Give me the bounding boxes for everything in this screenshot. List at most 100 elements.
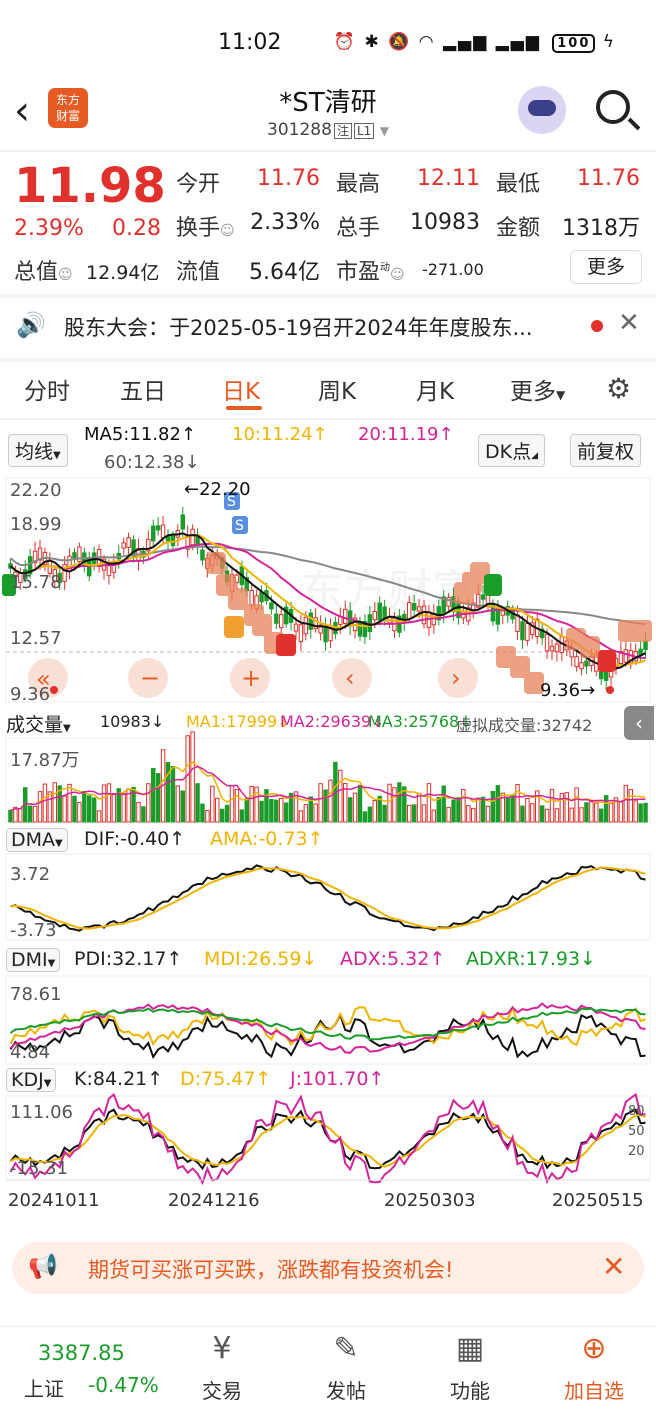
volume-bar xyxy=(8,809,13,823)
active-tab-indicator xyxy=(226,406,262,410)
battery-icon: 100 xyxy=(552,34,596,53)
volume-bar xyxy=(87,795,92,823)
volume-bar xyxy=(338,769,343,823)
status-bar: 11:02 ⏰ ✱ 🔕 ◠ ▂▄▆ ▂▄▆ 100 ϟ xyxy=(0,0,656,80)
volume-selector[interactable]: 成交量▼ xyxy=(6,710,71,737)
virtual-volume: 虚拟成交量:32742 xyxy=(456,716,593,735)
candle xyxy=(525,623,530,641)
volume-bar xyxy=(623,784,629,823)
candle xyxy=(480,594,486,600)
nav-trade[interactable]: 交易 xyxy=(172,1375,272,1404)
volume-bar xyxy=(259,800,264,823)
megaphone-icon: 📢 xyxy=(28,1252,58,1280)
post-icon[interactable]: ✎ xyxy=(296,1331,396,1366)
volume-bar xyxy=(392,787,397,823)
kdj-selector-label: KDJ xyxy=(11,1069,44,1091)
volume-bar xyxy=(530,803,535,823)
candle xyxy=(544,633,550,652)
dmi-selector[interactable]: DMI▼ xyxy=(6,948,61,972)
volume-bar xyxy=(210,785,215,823)
candle xyxy=(623,649,629,663)
kdj-d: D:75.47↑ xyxy=(180,1068,272,1090)
volume-bar xyxy=(416,793,422,823)
open-value: 11.76 xyxy=(257,166,320,191)
candle xyxy=(416,606,422,612)
kdj-k: K:84.21↑ xyxy=(74,1068,164,1090)
volume-bar xyxy=(283,802,289,823)
amount-label: 金额 xyxy=(496,216,541,241)
volume-bar xyxy=(544,808,550,823)
close-icon[interactable]: ✕ xyxy=(618,308,640,338)
candle xyxy=(343,608,348,624)
dma-dif: DIF:-0.40↑ xyxy=(84,828,186,850)
header: ‹ 东方 财富 *ST清研 301288 注 L1 ▼ xyxy=(0,80,656,150)
volume-label: 总手 xyxy=(336,216,381,241)
nav-add-watchlist[interactable]: 加自选 xyxy=(544,1375,644,1404)
volume-bar xyxy=(515,783,520,823)
index-value[interactable]: 3387.85 xyxy=(38,1341,125,1365)
ma10-value: 10:11.24↑ xyxy=(232,424,328,445)
volume-bar xyxy=(387,783,392,823)
dk-points-button[interactable]: DK点◢ xyxy=(478,434,546,467)
functions-icon[interactable]: ▦ xyxy=(420,1331,520,1366)
volume-bar xyxy=(603,795,609,823)
dma-y-bottom: -3.73 xyxy=(10,920,57,941)
candle xyxy=(308,612,313,630)
volume-bar xyxy=(628,789,633,823)
volume-bar xyxy=(96,810,102,823)
gear-icon[interactable]: ⚙ xyxy=(606,372,631,405)
volume-bar xyxy=(475,797,481,823)
tag-level: L1 xyxy=(353,123,375,139)
volume-bar xyxy=(106,783,112,823)
search-icon[interactable] xyxy=(596,90,630,124)
tab-daily-k[interactable]: 日K xyxy=(222,372,260,406)
volume-bar xyxy=(633,800,638,823)
volume-bar xyxy=(495,785,501,823)
volume-bar xyxy=(456,797,461,823)
volume-bar xyxy=(520,805,525,823)
nav-functions[interactable]: 功能 xyxy=(420,1375,520,1404)
volume-bar xyxy=(52,782,57,823)
tab-weekly-k[interactable]: 周K xyxy=(318,372,356,406)
candle xyxy=(579,662,584,670)
close-icon[interactable]: ✕ xyxy=(602,1250,625,1283)
turnover-value: 2.33% xyxy=(250,210,320,235)
volume-bar xyxy=(594,802,599,823)
trade-icon[interactable]: ¥ xyxy=(172,1331,272,1366)
mktcap-label[interactable]: 总值☺ xyxy=(14,254,73,286)
kdj-y-r3: 20 xyxy=(628,1144,645,1159)
more-button[interactable]: 更多 xyxy=(570,250,642,284)
volume-bar xyxy=(441,785,446,823)
tab-intraday[interactable]: 分时 xyxy=(24,372,70,406)
collapse-panel-button[interactable]: ‹ xyxy=(624,706,654,740)
tab-five-day[interactable]: 五日 xyxy=(120,372,166,406)
kline-chart-area[interactable]: 东方财富 S S « − + ‹ › xyxy=(0,476,656,1236)
max-price-label: ←22.20 xyxy=(184,479,251,500)
notice-text: 股东大会：于2025-05-19召开2024年年度股东... xyxy=(64,316,533,340)
dma-selector[interactable]: DMA▼ xyxy=(6,828,68,852)
marker-dot xyxy=(50,686,58,694)
ma20-value: 20:11.19↑ xyxy=(358,424,454,445)
kdj-selector[interactable]: KDJ▼ xyxy=(6,1068,57,1092)
add-watchlist-icon[interactable]: ⊕ xyxy=(544,1331,644,1366)
turnover-label[interactable]: 换手☺ xyxy=(176,210,235,242)
ma-selector[interactable]: 均线▼ xyxy=(8,434,68,467)
amount-value: 1318万 xyxy=(562,216,640,241)
nav-post[interactable]: 发帖 xyxy=(296,1375,396,1404)
tab-monthly-k[interactable]: 月K xyxy=(416,372,454,406)
volume-bar xyxy=(451,799,456,823)
volume-bar xyxy=(549,789,555,823)
candle xyxy=(298,624,304,642)
tab-more[interactable]: 更多▼ xyxy=(510,372,565,406)
pe-label[interactable]: 市盈动☺ xyxy=(336,254,405,286)
volume-bar xyxy=(564,792,569,823)
assistant-avatar-icon[interactable] xyxy=(518,86,566,134)
ad-banner[interactable]: 📢 期货可买涨可买跌，涨跌都有投资机会! ✕ xyxy=(12,1242,644,1294)
dk-t-marker xyxy=(224,616,244,638)
adjust-button[interactable]: 前复权 xyxy=(570,434,642,467)
chevron-left-icon: ‹ xyxy=(345,664,355,692)
notice-bar[interactable]: 🔊 股东大会：于2025-05-19召开2024年年度股东... ✕ xyxy=(0,298,656,358)
turnover-label-text: 换手 xyxy=(176,216,221,241)
candle xyxy=(249,589,254,606)
volume-bar xyxy=(525,797,530,823)
